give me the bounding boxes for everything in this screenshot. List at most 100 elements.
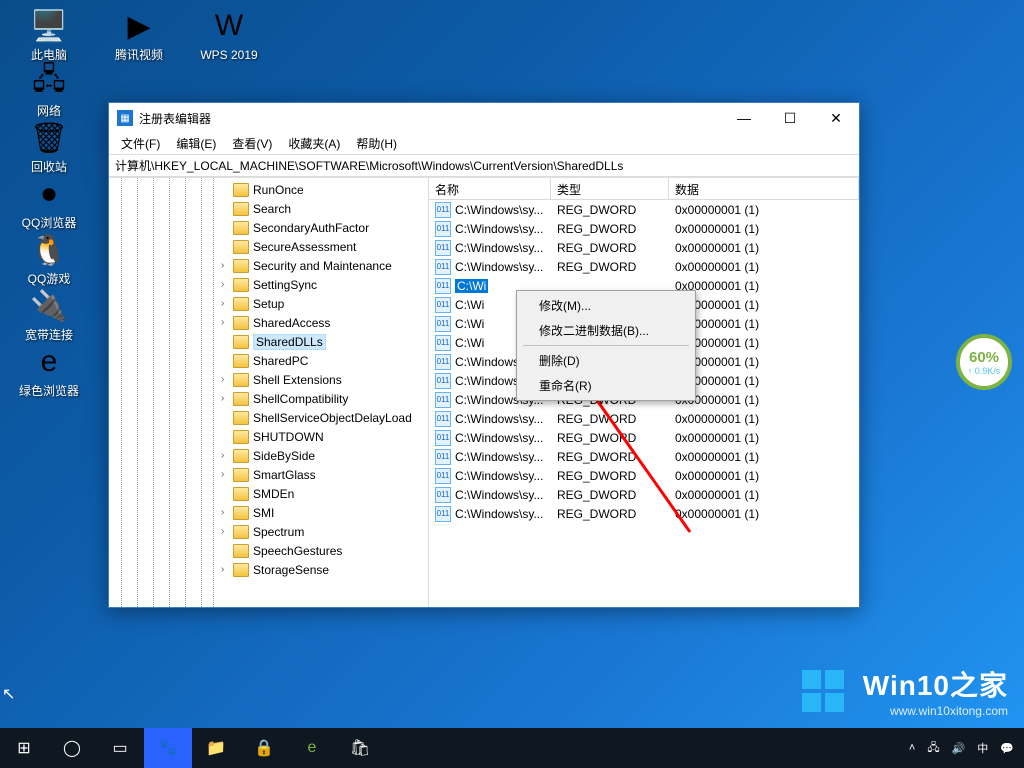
- titlebar[interactable]: ▦ 注册表编辑器 — ☐ ✕: [109, 103, 859, 133]
- desktop-icon[interactable]: ●QQ浏览器: [18, 174, 80, 230]
- tree-pane[interactable]: RunOnceSearch SecondaryAuthFactor SecureAs…: [109, 178, 429, 607]
- tree-node[interactable]: ›SideBySide: [113, 446, 428, 465]
- expand-icon[interactable]: ›: [221, 450, 233, 461]
- desktop-icon[interactable]: 🐧QQ游戏: [18, 230, 80, 286]
- expand-icon[interactable]: ›: [221, 526, 233, 537]
- menu-item[interactable]: 帮助(H): [348, 133, 405, 154]
- value-row[interactable]: 011C:\Windows\sy...REG_DWORD0x00000001 (…: [429, 447, 859, 466]
- node-label: SecondaryAuthFactor: [253, 221, 369, 235]
- context-menu-item[interactable]: 修改二进制数据(B)...: [519, 318, 693, 343]
- tree-node[interactable]: ›SharedAccess: [113, 313, 428, 332]
- expand-icon[interactable]: ›: [221, 374, 233, 385]
- desktop-icon[interactable]: 🖥️此电脑: [18, 6, 80, 62]
- menu-item[interactable]: 编辑(E): [168, 133, 224, 154]
- folder-icon: [233, 392, 249, 406]
- tree-node[interactable]: ›SMI: [113, 503, 428, 522]
- tray-notif-icon[interactable]: 💬: [1000, 742, 1014, 755]
- col-name[interactable]: 名称: [429, 178, 551, 199]
- value-row[interactable]: 011C:\Windows\sy...REG_DWORD0x00000001 (…: [429, 200, 859, 219]
- menu-item[interactable]: 查看(V): [224, 133, 280, 154]
- expand-icon[interactable]: ›: [221, 564, 233, 575]
- app-icon: 🖧: [29, 62, 69, 102]
- desktop-icon[interactable]: 🔌宽带连接: [18, 286, 80, 342]
- node-label: SharedDLLs: [253, 334, 326, 350]
- start-button[interactable]: ⊞: [0, 728, 48, 768]
- value-row[interactable]: 011C:\Windows\sy...REG_DWORD0x00000001 (…: [429, 257, 859, 276]
- expand-icon[interactable]: ›: [221, 260, 233, 271]
- tree-node[interactable]: ›ShellCompatibility: [113, 389, 428, 408]
- system-tray[interactable]: ˄ 🖧 🔊 中 💬: [909, 739, 1024, 758]
- expand-icon[interactable]: ›: [221, 298, 233, 309]
- context-menu-item[interactable]: 重命名(R): [519, 373, 693, 398]
- tree-node[interactable]: ›Setup: [113, 294, 428, 313]
- value-row[interactable]: 011C:\Windows\sy...REG_DWORD0x00000001 (…: [429, 466, 859, 485]
- address-bar[interactable]: 计算机\HKEY_LOCAL_MACHINE\SOFTWARE\Microsof…: [109, 155, 859, 177]
- tree-node[interactable]: SHUTDOWN: [113, 427, 428, 446]
- tree-node[interactable]: Search: [113, 199, 428, 218]
- expand-icon[interactable]: ›: [221, 317, 233, 328]
- tray-chevron-icon[interactable]: ˄: [909, 742, 915, 754]
- taskbar-app-store[interactable]: 🛍: [336, 728, 384, 768]
- tree-node[interactable]: ›StorageSense: [113, 560, 428, 579]
- value-row[interactable]: 011C:\Windows\sy...REG_DWORD0x00000001 (…: [429, 238, 859, 257]
- taskbar-app-browser[interactable]: 🐾: [144, 728, 192, 768]
- tree-node[interactable]: SMDEn: [113, 484, 428, 503]
- expand-icon[interactable]: ›: [221, 393, 233, 404]
- value-row[interactable]: 011C:\Windows\sy...REG_DWORD0x00000001 (…: [429, 409, 859, 428]
- desktop-icon[interactable]: ▶腾讯视频: [108, 6, 170, 62]
- context-menu-item[interactable]: 删除(D): [519, 348, 693, 373]
- cortana-button[interactable]: ◯: [48, 728, 96, 768]
- tree-node[interactable]: ShellServiceObjectDelayLoad: [113, 408, 428, 427]
- value-name: C:\Windows\sy...: [455, 431, 543, 445]
- tree-node[interactable]: RunOnce: [113, 180, 428, 199]
- tree-node[interactable]: ›Spectrum: [113, 522, 428, 541]
- value-name: C:\Wi: [455, 317, 484, 331]
- context-menu-item[interactable]: 修改(M)...: [519, 293, 693, 318]
- col-type[interactable]: 类型: [551, 178, 669, 199]
- speed-badge[interactable]: 60% ↑ 0.9K/s: [956, 334, 1012, 390]
- value-type: REG_DWORD: [551, 222, 669, 236]
- tray-volume-icon[interactable]: 🔊: [952, 742, 966, 755]
- node-label: SMDEn: [253, 487, 294, 501]
- folder-icon: [233, 240, 249, 254]
- value-row[interactable]: 011C:\Windows\sy...REG_DWORD0x00000001 (…: [429, 485, 859, 504]
- tree-node[interactable]: SharedPC: [113, 351, 428, 370]
- value-data: 0x00000001 (1): [669, 241, 859, 255]
- desktop-icon[interactable]: e绿色浏览器: [18, 342, 80, 412]
- tree-node[interactable]: ›Security and Maintenance: [113, 256, 428, 275]
- tree-node[interactable]: ›Shell Extensions: [113, 370, 428, 389]
- menu-item[interactable]: 收藏夹(A): [280, 133, 348, 154]
- tray-network-icon[interactable]: 🖧: [927, 739, 939, 758]
- dword-icon: 011: [435, 468, 451, 484]
- values-header[interactable]: 名称 类型 数据: [429, 178, 859, 200]
- maximize-button[interactable]: ☐: [767, 103, 813, 133]
- value-row[interactable]: 011C:\Windows\sy...REG_DWORD0x00000001 (…: [429, 428, 859, 447]
- desktop-icon[interactable]: WWPS 2019: [198, 6, 260, 62]
- value-row[interactable]: 011C:\Windows\sy...REG_DWORD0x00000001 (…: [429, 504, 859, 523]
- taskbar-app-lock[interactable]: 🔒: [240, 728, 288, 768]
- tree-node[interactable]: ›SettingSync: [113, 275, 428, 294]
- desktop-icon[interactable]: 🗑回收站: [18, 118, 80, 174]
- tree-node[interactable]: SecureAssessment: [113, 237, 428, 256]
- tree-node[interactable]: SharedDLLs: [113, 332, 428, 351]
- app-icon: ▶: [119, 6, 159, 46]
- tree-node[interactable]: ›SmartGlass: [113, 465, 428, 484]
- value-row[interactable]: 011C:\Windows\sy...REG_DWORD0x00000001 (…: [429, 219, 859, 238]
- expand-icon[interactable]: ›: [221, 507, 233, 518]
- expand-icon[interactable]: ›: [221, 469, 233, 480]
- taskbar-app-folder[interactable]: 📁: [192, 728, 240, 768]
- tree-node[interactable]: SecondaryAuthFactor: [113, 218, 428, 237]
- close-button[interactable]: ✕: [813, 103, 859, 133]
- value-type: REG_DWORD: [551, 431, 669, 445]
- folder-icon: [233, 506, 249, 520]
- expand-icon[interactable]: ›: [221, 279, 233, 290]
- minimize-button[interactable]: —: [721, 103, 767, 133]
- value-data: 0x00000001 (1): [669, 488, 859, 502]
- tree-node[interactable]: SpeechGestures: [113, 541, 428, 560]
- taskbar-app-edge[interactable]: e: [288, 728, 336, 768]
- menu-item[interactable]: 文件(F): [113, 133, 168, 154]
- desktop-icon[interactable]: 🖧网络: [18, 62, 80, 118]
- col-data[interactable]: 数据: [669, 178, 859, 199]
- taskview-button[interactable]: ▭: [96, 728, 144, 768]
- tray-ime-icon[interactable]: 中: [977, 740, 988, 756]
